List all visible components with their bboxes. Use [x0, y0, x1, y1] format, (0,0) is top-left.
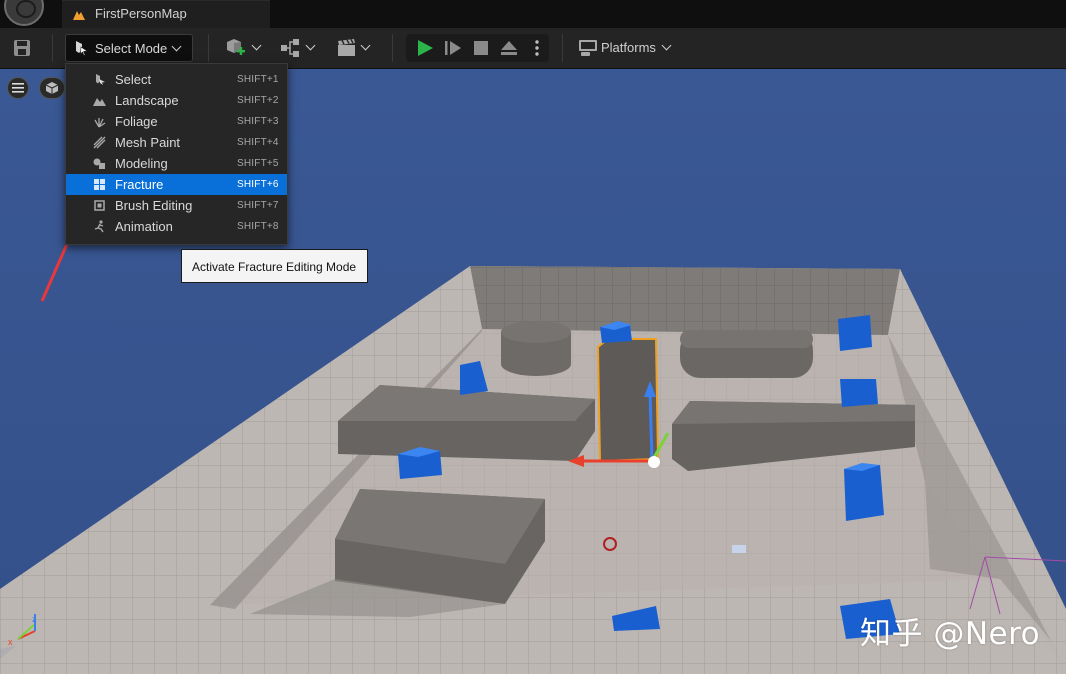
hamburger-icon — [12, 83, 24, 93]
viewport-options-button[interactable] — [7, 77, 29, 99]
shortcut-text: SHIFT+1 — [237, 74, 279, 85]
platforms-button[interactable]: Platforms — [576, 34, 676, 62]
unreal-logo-icon[interactable] — [4, 0, 44, 26]
menu-item-animation[interactable]: Animation SHIFT+8 — [66, 216, 287, 237]
modeling-icon — [93, 158, 105, 169]
add-actor-icon — [227, 39, 245, 55]
menu-item-modeling[interactable]: Modeling SHIFT+5 — [66, 153, 287, 174]
fracture-icon — [94, 179, 105, 190]
shortcut-text: SHIFT+4 — [237, 137, 279, 148]
select-mode-icon — [76, 41, 88, 56]
toolbar-divider — [52, 34, 53, 62]
shortcut-text: SHIFT+8 — [237, 221, 279, 232]
chevron-down-icon — [251, 40, 262, 51]
menu-item-brush-editing[interactable]: Brush Editing SHIFT+7 — [66, 195, 287, 216]
shortcut-text: SHIFT+2 — [237, 95, 279, 106]
advance-frame-icon[interactable] — [444, 39, 462, 57]
play-icon[interactable] — [416, 39, 434, 57]
animation-icon — [94, 220, 104, 233]
blueprints-button[interactable] — [279, 34, 321, 62]
menu-item-label: Mesh Paint — [115, 135, 181, 150]
menu-item-mesh-paint[interactable]: Mesh Paint SHIFT+4 — [66, 132, 287, 153]
cube-icon — [45, 82, 59, 94]
title-bar: FirstPersonMap — [0, 0, 1066, 28]
menu-item-landscape[interactable]: Landscape SHIFT+2 — [66, 90, 287, 111]
toolbar-divider — [208, 34, 209, 62]
chevron-down-icon — [661, 40, 672, 51]
add-actor-button[interactable] — [222, 34, 264, 62]
select-mode-icon — [96, 74, 105, 85]
menu-item-foliage[interactable]: Foliage SHIFT+3 — [66, 111, 287, 132]
landscape-icon — [93, 98, 106, 106]
level-icon — [73, 11, 85, 20]
foliage-icon — [94, 118, 106, 128]
svg-text:z: z — [32, 614, 37, 624]
menu-item-label: Brush Editing — [115, 198, 193, 213]
platforms-label: Platforms — [601, 40, 656, 55]
tab-label: FirstPersonMap — [95, 6, 187, 21]
mode-menu: Select SHIFT+1 Landscape SHIFT+2 Foliage… — [65, 63, 288, 245]
shortcut-text: SHIFT+6 — [237, 179, 279, 190]
chevron-down-icon — [305, 40, 316, 51]
shortcut-text: SHIFT+7 — [237, 200, 279, 211]
shortcut-text: SHIFT+5 — [237, 158, 279, 169]
watermark: 知乎 @Nero — [860, 616, 1041, 652]
tab-level[interactable]: FirstPersonMap — [62, 0, 270, 28]
tooltip-text: Activate Fracture Editing Mode — [192, 260, 357, 274]
blueprint-icon — [281, 39, 299, 57]
save-icon — [14, 40, 30, 56]
platforms-icon — [579, 40, 597, 56]
stop-icon[interactable] — [474, 41, 488, 55]
menu-item-label: Animation — [115, 219, 173, 234]
menu-item-select[interactable]: Select SHIFT+1 — [66, 69, 287, 90]
toolbar-divider — [392, 34, 393, 62]
menu-item-label: Foliage — [115, 114, 158, 129]
menu-item-label: Landscape — [115, 93, 179, 108]
play-controls — [406, 34, 549, 62]
tooltip: Activate Fracture Editing Mode — [181, 249, 368, 283]
shortcut-text: SHIFT+3 — [237, 116, 279, 127]
cinematics-button[interactable] — [335, 34, 377, 62]
menu-item-label: Modeling — [115, 156, 168, 171]
svg-text:x: x — [8, 637, 13, 647]
select-mode-label: Select Mode — [95, 41, 168, 56]
toolbar-divider — [562, 34, 563, 62]
select-mode-dropdown[interactable]: Select Mode — [65, 34, 193, 62]
chevron-down-icon — [360, 40, 371, 51]
brush-editing-icon — [94, 200, 105, 211]
menu-item-label: Select — [115, 72, 152, 87]
save-button[interactable] — [8, 34, 36, 62]
chevron-down-icon — [171, 41, 182, 52]
menu-item-label: Fracture — [115, 177, 164, 192]
perspective-view-button[interactable] — [39, 77, 65, 99]
menu-item-fracture[interactable]: Fracture SHIFT+6 — [66, 174, 287, 195]
eject-icon[interactable] — [500, 40, 518, 56]
mesh-paint-icon — [93, 136, 106, 149]
more-options-icon[interactable] — [534, 39, 540, 57]
clapperboard-icon — [338, 39, 355, 56]
